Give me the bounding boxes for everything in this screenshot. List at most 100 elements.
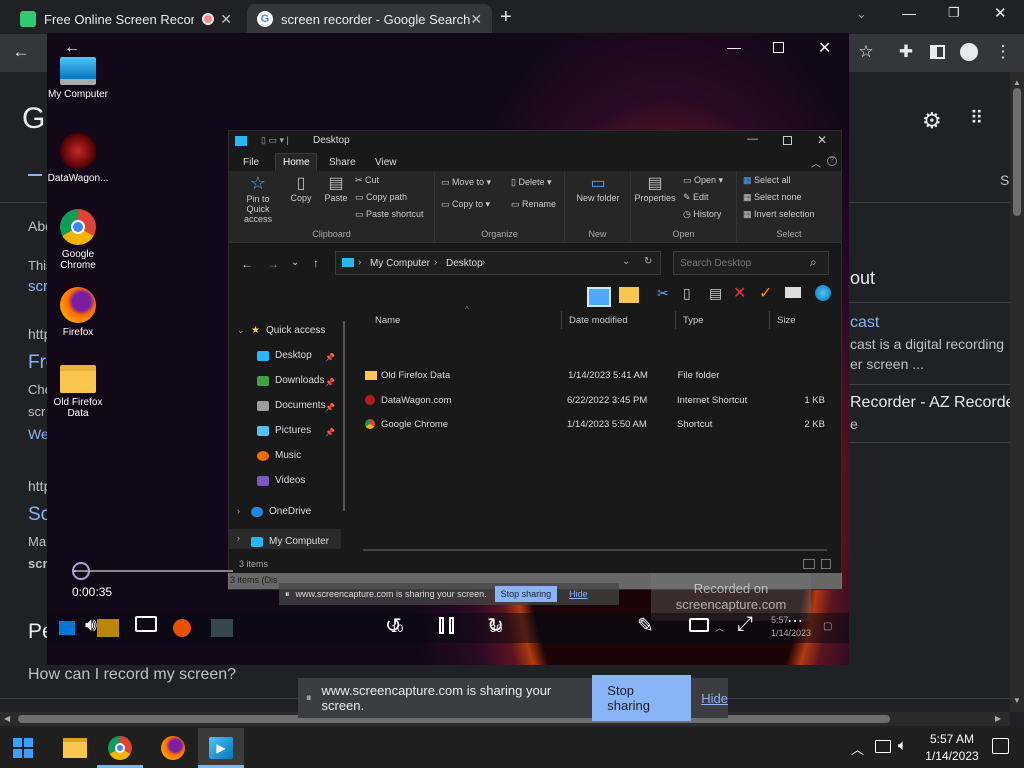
tab-google-search[interactable]: G screen recorder - Google Search ✕ xyxy=(247,4,492,34)
nav-downloads[interactable]: Downloads xyxy=(257,375,324,386)
select-none-button[interactable]: ▦ Select none xyxy=(743,192,802,203)
nav-pictures[interactable]: Pictures xyxy=(257,425,311,436)
large-icons-view-icon[interactable] xyxy=(821,559,831,569)
breadcrumb-desktop[interactable]: Desktop xyxy=(446,258,483,269)
column-type[interactable]: Type xyxy=(683,315,704,326)
nav-back-icon[interactable]: ← xyxy=(241,257,253,271)
nav-onedrive[interactable]: OneDrive xyxy=(251,506,311,517)
quick-access-toolbar-icon[interactable]: ▯ ▭ ▾ | xyxy=(261,135,289,146)
menu-view[interactable]: View xyxy=(375,157,397,168)
menu-kebab-icon[interactable]: ⋮ xyxy=(990,39,1016,65)
expand-onedrive-icon[interactable]: › xyxy=(237,506,240,516)
taskbar-media-player[interactable]: ▶ xyxy=(198,728,244,768)
menu-share[interactable]: Share xyxy=(329,157,356,168)
pen-icon[interactable]: ✎ xyxy=(637,613,654,638)
refresh-icon[interactable]: ↻ xyxy=(644,256,652,267)
hide-button[interactable]: Hide xyxy=(701,691,728,706)
properties-button[interactable]: ▤ Properties xyxy=(633,173,677,203)
globe-tool-icon[interactable] xyxy=(815,285,831,301)
help-icon[interactable]: ? xyxy=(827,156,837,166)
tools-tab[interactable]: S xyxy=(1000,172,1009,188)
delete-tool-icon[interactable]: ✕ xyxy=(733,283,746,303)
menu-file[interactable]: File xyxy=(243,157,259,168)
explorer-minimize-icon[interactable]: — xyxy=(747,133,758,145)
check-tool-icon[interactable]: ✓ xyxy=(759,283,772,303)
back-icon[interactable]: ← xyxy=(8,39,34,65)
layout-pane-icon[interactable] xyxy=(587,287,611,307)
breadcrumb-my-computer[interactable]: My Computer xyxy=(370,258,430,269)
new-tab-button[interactable]: + xyxy=(500,6,512,29)
close-window-icon[interactable]: ✕ xyxy=(994,4,1007,22)
explorer-maximize-icon[interactable] xyxy=(783,136,792,145)
side-panel-icon[interactable] xyxy=(930,45,945,59)
nav-documents[interactable]: Documents xyxy=(257,400,326,411)
search-box[interactable]: Search Desktop ⌕ xyxy=(673,251,829,275)
address-dropdown-icon[interactable]: ⌄ xyxy=(622,256,630,267)
scrollbar-thumb[interactable] xyxy=(1013,88,1021,216)
taskbar-file-explorer[interactable] xyxy=(52,728,98,768)
settings-gear-icon[interactable]: ⚙ xyxy=(922,108,942,134)
nav-up-icon[interactable]: ↑ xyxy=(313,256,319,270)
extensions-icon[interactable]: ✚ xyxy=(893,39,919,65)
inner-hide[interactable]: Hide xyxy=(569,589,588,599)
scroll-left-icon[interactable]: ◀ xyxy=(4,714,10,723)
progress-track[interactable] xyxy=(73,570,233,572)
scroll-right-icon[interactable]: ▶ xyxy=(995,714,1001,723)
nav-scrollbar[interactable] xyxy=(343,321,345,511)
captions-icon[interactable] xyxy=(135,616,157,632)
column-name[interactable]: Name xyxy=(375,315,400,326)
start-button[interactable] xyxy=(0,728,46,768)
delete-button[interactable]: ▯ Delete ▾ xyxy=(511,177,552,188)
result-link[interactable]: cast xyxy=(850,314,879,332)
column-size[interactable]: Size xyxy=(777,315,795,326)
pin-quick-access-button[interactable]: ☆ Pin to Quick access xyxy=(235,173,281,224)
related-question[interactable]: How can I record my screen? xyxy=(28,666,236,684)
cut-button[interactable]: ✂ Cut xyxy=(355,175,379,186)
column-date-modified[interactable]: Date modified xyxy=(569,315,628,326)
player-close-icon[interactable]: ✕ xyxy=(818,38,831,58)
details-view-icon[interactable] xyxy=(803,559,815,569)
copy-button[interactable]: ▯ Copy xyxy=(287,173,315,203)
vertical-scrollbar[interactable]: ▲ ▼ xyxy=(1010,72,1024,712)
clock[interactable]: 5:57 AM 1/14/2023 xyxy=(922,732,982,763)
desktop-icon-old-firefox-data[interactable]: Old Firefox Data xyxy=(47,365,113,419)
file-row[interactable]: Google Chrome 1/14/2023 5:50 AM Shortcut… xyxy=(365,414,825,434)
scroll-down-icon[interactable]: ▼ xyxy=(1013,696,1021,705)
scroll-up-icon[interactable]: ▲ xyxy=(1013,78,1021,87)
copy-tool-icon[interactable]: ▯ xyxy=(683,285,691,302)
taskbar-chrome[interactable] xyxy=(97,728,143,768)
tab-screen-recorder[interactable]: Free Online Screen Recorder ✕ xyxy=(10,4,242,34)
file-row[interactable]: Old Firefox Data 1/14/2023 5:41 AM File … xyxy=(365,365,825,385)
nav-my-computer[interactable]: My Computer xyxy=(251,536,329,547)
video-player[interactable]: ← — ✕ My Computer DataWagon... Google Ch… xyxy=(47,33,849,665)
history-button[interactable]: ◷ History xyxy=(683,209,721,220)
profile-avatar-icon[interactable] xyxy=(960,43,978,61)
network-icon[interactable] xyxy=(875,740,891,753)
nav-forward-icon[interactable]: → xyxy=(267,257,279,271)
nav-quick-access[interactable]: ★ Quick access xyxy=(251,325,325,336)
player-minimize-icon[interactable]: — xyxy=(727,39,741,55)
desktop-icon-chrome[interactable]: Google Chrome xyxy=(47,209,113,271)
address-bar[interactable]: › My Computer › Desktop › ⌄ ↻ xyxy=(335,251,661,275)
volume-icon[interactable]: 🔊︎ xyxy=(85,615,97,637)
notification-icon[interactable] xyxy=(992,738,1009,754)
paste-tool-icon[interactable]: ▤ xyxy=(709,285,722,302)
result-link[interactable]: Recorder - AZ Recorde xyxy=(850,394,1015,412)
new-folder-button[interactable]: ▭ New folder xyxy=(573,173,623,203)
explorer-close-icon[interactable]: ✕ xyxy=(817,133,827,147)
nav-desktop[interactable]: Desktop xyxy=(257,350,312,361)
result-link[interactable]: scr xyxy=(28,278,48,295)
menu-home[interactable]: Home xyxy=(283,157,310,168)
cut-tool-icon[interactable]: ✂ xyxy=(657,285,669,302)
nav-videos[interactable]: Videos xyxy=(257,475,305,486)
invert-selection-button[interactable]: ▦ Invert selection xyxy=(743,209,815,220)
expand-quick-access-icon[interactable]: ⌄ xyxy=(237,325,245,336)
edit-button[interactable]: ✎ Edit xyxy=(683,192,709,203)
paste-button[interactable]: ▤ Paste xyxy=(321,173,351,203)
recent-locations-icon[interactable]: ⌄ xyxy=(291,257,299,268)
desktop-icon-firefox[interactable]: Firefox xyxy=(47,287,113,338)
desktop-icon-my-computer[interactable]: My Computer xyxy=(47,57,113,100)
player-back-icon[interactable]: ← xyxy=(64,39,80,57)
tab-search-icon[interactable]: ⌄ xyxy=(856,6,867,22)
expand-my-computer-icon[interactable]: › xyxy=(237,533,240,543)
